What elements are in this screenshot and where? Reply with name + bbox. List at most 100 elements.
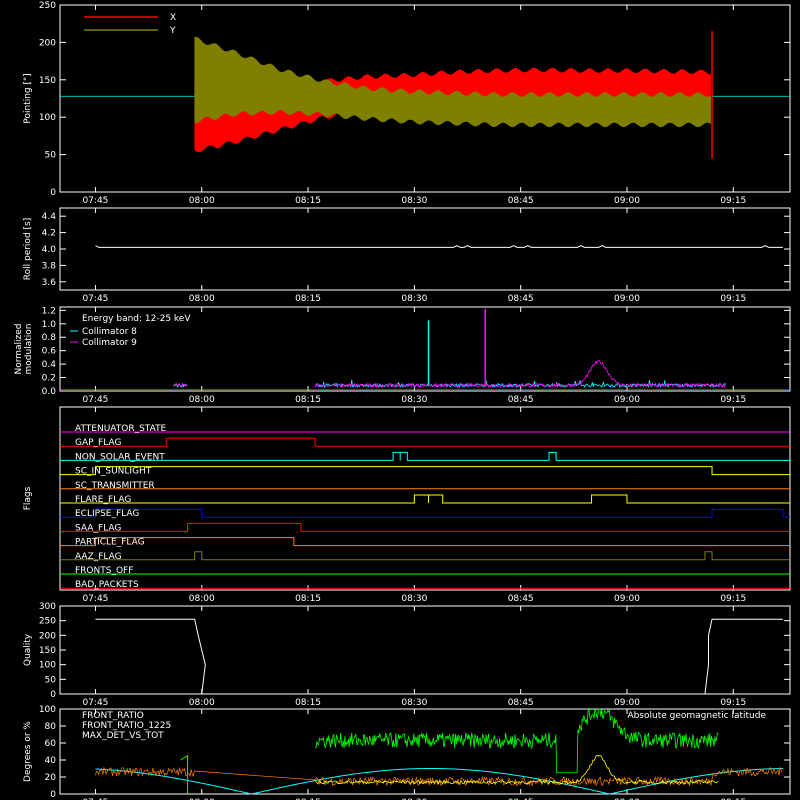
x-tick-label: 09:00 [614,698,640,708]
y-tick-label: 40 [45,756,57,766]
figure: 07:45 08:00 08:15 08:30 08:45 09:00 09:15 0 50 10… [0,0,800,800]
y-tick-label: 4.4 [42,212,57,222]
flag-label-sc-transmitter: SC_TRANSMITTER [75,481,155,491]
x-tick-label: 08:30 [401,294,427,304]
flag-line-particle-flag [60,537,790,547]
x-tick-label: 09:00 [614,294,640,304]
panel-6: 07:4508:0008:1508:3008:4509:0009:1502040… [23,705,791,800]
y-tick-label: 0 [50,690,56,700]
x-tick-label: 08:00 [189,594,215,604]
flag-line-gap-flag [60,437,790,447]
flag-line-aaz-flag [60,551,790,561]
y-tick-label: 0 [50,790,56,800]
x-tick-label: 08:15 [295,395,321,405]
flag-label-flare-flag: FLARE_FLAG [75,495,131,505]
y-tick-label: 200 [39,631,56,641]
y-tick-label: 250 [39,617,56,627]
flag-line-saa-flag [60,522,790,532]
y-tick-label: 0.4 [42,360,57,370]
x-tick-label: 08:30 [401,395,427,405]
y-tick-label: 3.8 [42,261,57,271]
y-tick-label: 4.2 [42,229,56,239]
x-tick-label: 09:15 [720,294,746,304]
y-axis-label: Flags [23,486,33,510]
x-tick-label: 08:00 [189,196,215,206]
flag-label-eclipse-flag: ECLIPSE_FLAG [75,509,139,519]
y-tick-label: 0.2 [42,374,56,384]
y-axis-label: Quality [23,633,33,666]
x-tick-label: 08:15 [295,294,321,304]
flag-label-sc-in-sunlight: SC_IN_SUNLIGHT [75,467,152,477]
x-tick-label: 08:30 [401,594,427,604]
y-tick-label: 150 [39,76,56,86]
x-tick-label: 08:15 [295,196,321,206]
panels: 07:45 08:00 08:15 08:30 08:45 09:00 09:15 0 50 10… [14,1,791,800]
panel-2: 07:45 08:00 08:15 08:30 08:45 09:00 09:15 3.6 3.… [23,207,791,304]
y-tick-label: 200 [39,38,56,48]
x-tick-label: 08:45 [508,594,534,604]
flag-label-fronts-off: FRONTS_OFF [75,566,133,576]
flag-label-saa-flag: SAA_FLAG [75,523,121,533]
y-tick-label: 50 [45,675,57,685]
y-tick-label: 250 [39,1,56,11]
y-tick-label: 50 [45,151,57,161]
legend-label-front-ratio-1225: FRONT_RATIO_1225 [82,721,171,731]
x-tick-label: 08:45 [508,294,534,304]
flag-line-eclipse-flag [60,508,790,518]
y-tick-label: 4.0 [42,245,57,255]
y-tick-label: 1.0 [42,320,57,330]
y-axis-label: Pointing ["] [23,73,33,123]
y-tick-label: 0 [50,188,56,198]
y-tick-label: 80 [45,722,57,732]
panel-frame [59,406,791,591]
y-tick-label: 100 [39,705,56,715]
x-tick-label: 08:15 [295,594,321,604]
flag-label-gap-flag: GAP_FLAG [75,438,121,448]
x-tick-label: 08:00 [189,294,215,304]
y-tick-label: 3.6 [42,278,57,288]
flag-line-flare-flag [60,494,790,504]
x-tick-label: 09:15 [720,594,746,604]
x-tick-label: 09:15 [720,698,746,708]
x-tick-label: 08:30 [401,196,427,206]
x-tick-label: 09:15 [720,395,746,405]
x-tick-label: 08:15 [295,698,321,708]
flag-label-bad-packets: BAD_PACKETS [75,580,139,590]
x-tick-label: 09:00 [614,395,640,405]
legend-label-collimator-8: Collimator 8 [82,327,137,337]
y-axis-label: Degrees or % [23,721,33,782]
y-axis-label: Normalizedmodulation [14,323,34,374]
x-tick-label: 07:45 [82,196,108,206]
x-tick-label: 09:00 [614,196,640,206]
panel-frame [59,207,791,291]
flag-line-sc-in-sunlight [60,466,790,476]
y-tick-label: 20 [45,773,57,783]
panel-5: 07:45 08:00 08:15 08:30 08:45 09:00 09:15 0 50 10… [23,602,791,708]
x-tick-label: 08:00 [189,395,215,405]
legend-label-max-det-vs-tot: MAX_DET_VS_TOT [82,731,164,741]
roll-period-line [95,245,783,248]
panel-3: 07:45 08:00 08:15 08:30 08:45 09:00 09:15 0.0 0.… [14,306,791,405]
front-ratio-1225-segment [180,754,189,794]
x-tick-label: 08:30 [401,698,427,708]
y-tick-label: 100 [39,113,56,123]
x-tick-label: 08:00 [189,698,215,708]
y-tick-label: 1.2 [42,306,56,316]
flag-label-particle-flag: PARTICLE_FLAG [75,538,145,548]
flag-label-non-solar-event: NON_SOLAR_EVENT [75,452,165,462]
quality-line [95,618,783,695]
y-tick-label: 150 [39,646,56,656]
y-tick-label: 0.6 [42,347,57,357]
flag-line-non-solar-event [60,451,790,461]
legend-label-geomagnetic-latitude: Absolute geomagnetic latitude [627,711,766,721]
x-tick-label: 07:45 [82,294,108,304]
y-tick-label: 100 [39,661,56,671]
x-tick-label: 07:45 [82,698,108,708]
flag-label-attenuator-state: ATTENUATOR_STATE [75,424,167,434]
legend-label-collimator-9: Collimator 9 [82,338,137,348]
y-tick-label: 0.0 [42,387,57,397]
legend-label-x: X [170,13,176,23]
y-tick-label: 60 [45,739,57,749]
flag-label-aaz-flag: AAZ_FLAG [75,552,122,562]
y-tick-label: 0.8 [42,333,57,343]
